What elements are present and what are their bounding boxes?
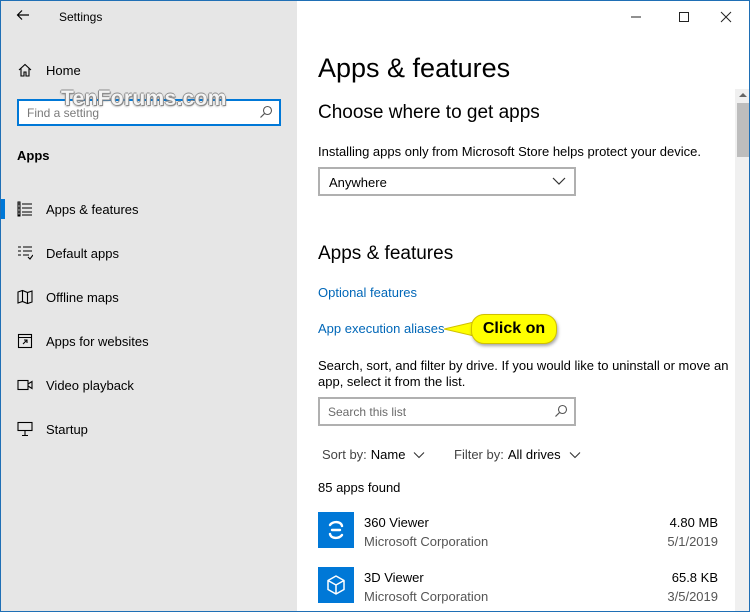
list-icon [17,201,33,217]
app-date: 3/5/2019 [667,589,718,604]
search-icon[interactable] [259,105,273,119]
sidebar: Settings Home TenForums.com Apps Apps & … [1,1,297,611]
app-execution-aliases-link[interactable]: App execution aliases [318,321,444,336]
app-name: 3D Viewer [364,570,424,585]
sort-by-label: Sort by: [322,447,367,462]
home-icon [17,62,33,78]
default-apps-icon [17,245,33,261]
vertical-scrollbar[interactable] [735,89,749,611]
sidebar-item-label: Apps for websites [46,333,149,349]
sort-by-dropdown[interactable]: Sort by: Name [322,447,425,462]
sidebar-item-offline-maps[interactable]: Offline maps [1,277,297,317]
app-size: 65.8 KB [671,570,718,585]
chevron-down-icon [414,451,425,458]
app-date: 5/1/2019 [667,534,718,549]
map-icon [17,289,33,305]
back-arrow-icon [16,10,29,20]
sidebar-item-video-playback[interactable]: Video playback [1,365,297,405]
sidebar-item-apps-for-websites[interactable]: Apps for websites [1,321,297,361]
active-indicator [1,199,5,219]
title-bar: Settings [1,1,297,33]
choose-apps-heading: Choose where to get apps [318,102,540,123]
callout-pointer [444,321,474,337]
sidebar-item-startup[interactable]: Startup [1,409,297,449]
app-size: 4.80 MB [669,515,718,530]
filter-by-dropdown[interactable]: Filter by: All drives [454,447,581,462]
sidebar-item-default-apps[interactable]: Default apps [1,233,297,273]
minimize-button[interactable] [613,1,659,33]
section-label-apps: Apps [17,148,50,163]
app-source-dropdown[interactable]: Anywhere [318,167,576,196]
chevron-down-icon [569,451,580,458]
app-publisher: Microsoft Corporation [364,589,489,604]
app-source-value: Anywhere [329,175,387,190]
filter-by-label: Filter by: [454,447,504,462]
sidebar-item-label: Startup [46,421,88,437]
app-title: Settings [59,10,103,24]
click-on-callout: Click on [471,314,557,344]
main-content: Apps & features Choose where to get apps… [297,1,749,611]
scroll-up-icon[interactable] [739,91,747,99]
close-icon [720,11,732,23]
360-viewer-icon [318,512,354,548]
filter-by-value: All drives [507,447,561,462]
search-list-box[interactable] [318,397,576,426]
link-window-icon [17,333,33,349]
page-title: Apps & features [318,53,511,83]
chevron-down-icon [552,177,566,185]
3d-cube-icon [318,567,354,603]
app-publisher: Microsoft Corporation [364,534,489,549]
scrollbar-thumb[interactable] [737,103,749,157]
sidebar-item-label: Default apps [46,245,119,261]
sidebar-item-label: Apps & features [46,201,139,217]
home-label: Home [46,62,81,78]
app-name: 360 Viewer [364,515,429,530]
home-link[interactable]: Home [17,59,81,81]
search-list-input[interactable] [328,404,548,420]
settings-window: Settings Home TenForums.com Apps Apps & … [0,0,750,612]
sidebar-item-label: Video playback [46,377,134,393]
app-list-item[interactable]: 3D Viewer Microsoft Corporation 65.8 KB … [318,567,718,609]
back-button[interactable] [15,7,35,27]
video-icon [17,377,33,393]
choose-apps-description: Installing apps only from Microsoft Stor… [318,144,701,159]
sort-by-value: Name [370,447,406,462]
apps-features-heading: Apps & features [318,243,454,264]
sidebar-item-label: Offline maps [46,289,119,305]
watermark: TenForums.com [61,87,227,110]
close-button[interactable] [703,1,749,33]
startup-icon [17,421,33,437]
apps-count: 85 apps found [318,480,401,495]
maximize-icon [679,12,689,22]
optional-features-link[interactable]: Optional features [318,285,417,300]
minimize-icon [631,16,641,18]
search-icon[interactable] [554,404,568,418]
filter-description: Search, sort, and filter by drive. If yo… [318,358,729,389]
sidebar-item-apps-features[interactable]: Apps & features [1,189,297,229]
maximize-button[interactable] [661,1,707,33]
app-list-item[interactable]: 360 Viewer Microsoft Corporation 4.80 MB… [318,512,718,554]
